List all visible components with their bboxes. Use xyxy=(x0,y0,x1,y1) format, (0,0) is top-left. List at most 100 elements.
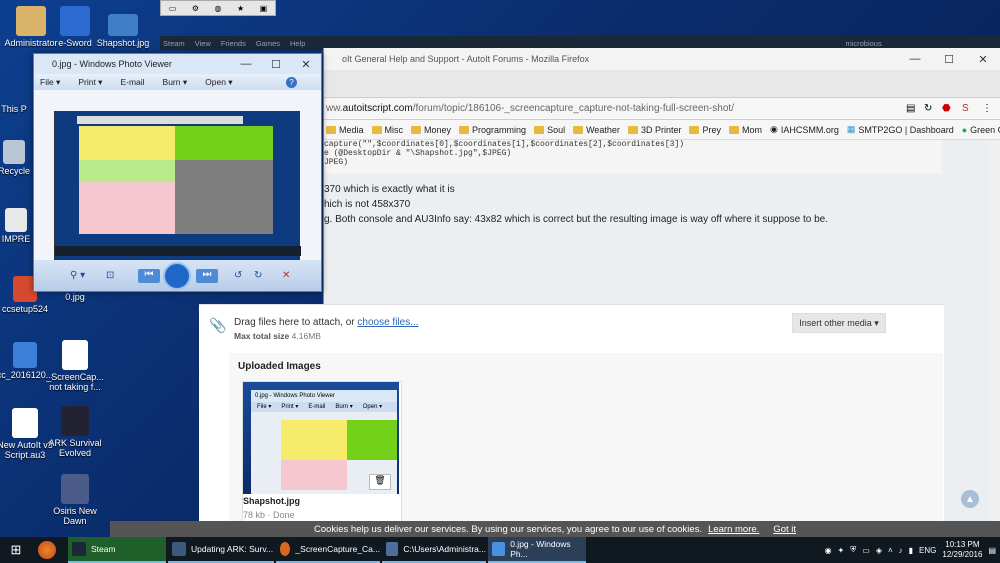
steam-tray-icon[interactable]: ◉ xyxy=(825,546,832,555)
taskbar-item-firefox[interactable]: _ScreenCapture_Ca... xyxy=(276,537,380,563)
notification-icon[interactable]: ▤ xyxy=(988,546,996,555)
page-content: capture("",$coordinates[0],$coordinates[… xyxy=(199,140,1000,537)
language-indicator[interactable]: ENG xyxy=(919,546,936,555)
thumb-window: 0.jpg - Windows Photo Viewer File ▾ Prin… xyxy=(251,390,397,494)
bookmark-money[interactable]: Money xyxy=(411,125,451,135)
firefox-window: oIt General Help and Support - AutoIt Fo… xyxy=(199,48,1000,537)
close-button[interactable]: ✕ xyxy=(966,48,1000,70)
image-gray-block xyxy=(175,160,273,234)
minimize-button[interactable]: — xyxy=(898,48,932,70)
firefox-pinned-icon[interactable] xyxy=(38,541,56,559)
rotate-right-icon[interactable]: ↻ xyxy=(254,270,262,281)
got-it-link[interactable]: Got it xyxy=(773,524,796,535)
steam-menu-games[interactable]: Games xyxy=(256,39,280,48)
taskbar-item-steam[interactable]: Steam xyxy=(68,537,166,563)
learn-more-link[interactable]: Learn more. xyxy=(708,524,759,535)
steam-username[interactable]: microbious xyxy=(845,39,881,48)
chevron-up-icon[interactable]: ˄ xyxy=(888,546,893,555)
pv-menu-open[interactable]: Open ▾ xyxy=(205,77,232,88)
zoom-icon[interactable]: ⚲ ▾ xyxy=(70,270,85,281)
rotate-left-icon[interactable]: ↺ xyxy=(234,270,242,281)
star-icon[interactable]: ★ xyxy=(237,4,244,13)
taskbar-item-explorer[interactable]: C:\Users\Administra... xyxy=(382,537,486,563)
taskbar-item-ark[interactable]: Updating ARK: Surv... xyxy=(168,537,274,563)
globe-icon[interactable]: ◍ xyxy=(214,4,221,13)
zero-jpg-icon[interactable]: 0.jpg xyxy=(44,292,106,302)
recycle-bin-icon[interactable]: Recycle xyxy=(0,140,36,176)
bookmark-iahcsmm[interactable]: ◉ IAHCSMM.org xyxy=(770,124,839,135)
clock[interactable]: 10:13 PM 12/29/2016 xyxy=(942,540,982,560)
steam-menu-help[interactable]: Help xyxy=(290,39,305,48)
bookmark-mom[interactable]: Mom xyxy=(728,125,762,135)
reload-icon[interactable]: ↻ xyxy=(924,103,942,114)
this-pc-icon[interactable]: This P xyxy=(0,104,36,114)
shield-tray-icon[interactable]: ⛨ xyxy=(850,545,856,555)
folder-icon xyxy=(326,125,336,134)
battery-icon[interactable]: ▮ xyxy=(909,546,913,555)
address-bar[interactable]: ww.autoitscript.com/forum/topic/186106-_… xyxy=(324,98,1000,120)
attachment-panel: 📎 Drag files here to attach, or choose f… xyxy=(199,304,944,537)
actual-size-icon[interactable]: ⊡ xyxy=(106,270,114,281)
snapshot-file-icon[interactable]: Shapshot.jpg xyxy=(92,14,154,48)
quick-toolbar[interactable]: ▭ ⚙ ◍ ★ ▣ xyxy=(160,0,276,16)
thumb-title: 0.jpg - Windows Photo Viewer xyxy=(251,390,397,402)
insert-media-button[interactable]: Insert other media ▾ xyxy=(792,313,886,333)
ark-icon[interactable]: ARK Survival Evolved xyxy=(44,406,106,458)
post-line: hich is not 458x370 xyxy=(324,199,411,210)
osiris-icon[interactable]: Osiris New Dawn xyxy=(44,474,106,526)
slideshow-button[interactable] xyxy=(163,262,191,290)
window-icon[interactable]: ▣ xyxy=(260,4,268,13)
bookmark-weather[interactable]: Weather xyxy=(573,125,620,135)
bookmark-3d-printer[interactable]: 3D Printer xyxy=(627,125,681,135)
pv-minimize-button[interactable]: — xyxy=(231,54,261,74)
steam-menu-view[interactable]: View xyxy=(195,39,211,48)
pv-maximize-button[interactable]: ☐ xyxy=(261,54,291,74)
screencap-file-icon[interactable]: _ScreenCap... not taking f... xyxy=(44,340,106,392)
reader-icon[interactable]: ▤ xyxy=(906,103,924,114)
photo-viewer-titlebar: 0.jpg - Windows Photo Viewer — ☐ ✕ xyxy=(34,54,321,74)
thumb-menu: File ▾ Print ▾ E-mail Burn ▾ Open ▾ xyxy=(251,402,397,412)
help-icon[interactable]: ? xyxy=(286,76,297,88)
gear-tray-icon[interactable]: ✦ xyxy=(838,546,845,555)
pv-menu-burn[interactable]: Burn ▾ xyxy=(163,77,188,88)
image-window-bar xyxy=(77,116,243,124)
steam-menu-steam[interactable]: Steam xyxy=(163,39,185,48)
volume-icon[interactable]: ♪ xyxy=(899,546,903,555)
pv-menu-file[interactable]: File ▾ xyxy=(40,77,60,88)
pv-menu-email[interactable]: E-mail xyxy=(120,77,144,87)
scroll-top-icon[interactable]: ▲ xyxy=(961,490,979,508)
menu-icon[interactable]: ⋮ xyxy=(982,103,1000,114)
stylish-icon[interactable]: S xyxy=(962,103,982,114)
monitor-icon[interactable]: ▭ xyxy=(169,4,177,13)
adblock-icon[interactable]: ⬣ xyxy=(942,103,962,114)
next-icon[interactable]: ⏭ xyxy=(196,268,218,283)
folder-icon xyxy=(728,125,739,134)
drag-area[interactable]: Drag files here to attach, or choose fil… xyxy=(234,317,419,328)
delete-icon[interactable]: ✕ xyxy=(282,270,290,281)
bookmark-smtp2go[interactable]: ▦ SMTP2GO | Dashboard xyxy=(847,124,954,135)
bookmark-green-card[interactable]: ●Green Card | USCIS xyxy=(962,125,1000,135)
network-tray-icon[interactable]: ◈ xyxy=(876,546,882,555)
delete-icon[interactable]: 🗑 xyxy=(369,474,391,490)
uploaded-thumbnail[interactable]: 0.jpg - Windows Photo Viewer File ▾ Prin… xyxy=(242,381,402,537)
bookmark-programming[interactable]: Programming xyxy=(459,125,526,135)
monitor-tray-icon[interactable]: ▭ xyxy=(862,546,870,555)
taskbar-item-photo-viewer[interactable]: 0.jpg - Windows Ph... xyxy=(488,537,586,563)
tools-icon[interactable]: ⚙ xyxy=(192,4,199,13)
previous-icon[interactable]: ⏮ xyxy=(138,268,160,283)
bookmark-prey[interactable]: Prey xyxy=(689,125,721,135)
photo-viewer-controls: ⚲ ▾ ⊡ ⏮ ⏭ ↺ ↻ ✕ xyxy=(34,260,321,291)
bookmark-misc[interactable]: Misc xyxy=(371,125,403,135)
steam-menu-friends[interactable]: Friends xyxy=(221,39,246,48)
page-scrollbar[interactable] xyxy=(989,140,1000,537)
pv-close-button[interactable]: ✕ xyxy=(291,54,321,74)
bookmark-soul[interactable]: Soul xyxy=(534,125,565,135)
maximize-button[interactable]: ☐ xyxy=(932,48,966,70)
start-button[interactable]: ⊞ xyxy=(0,542,32,558)
steam-icon xyxy=(172,542,186,556)
choose-files-link[interactable]: choose files... xyxy=(357,317,418,328)
pv-menu-print[interactable]: Print ▾ xyxy=(78,77,102,88)
post-line: 370 which is exactly what it is xyxy=(324,184,455,195)
thumb-yellow xyxy=(281,420,347,460)
bookmark-media[interactable]: Media xyxy=(326,125,364,135)
